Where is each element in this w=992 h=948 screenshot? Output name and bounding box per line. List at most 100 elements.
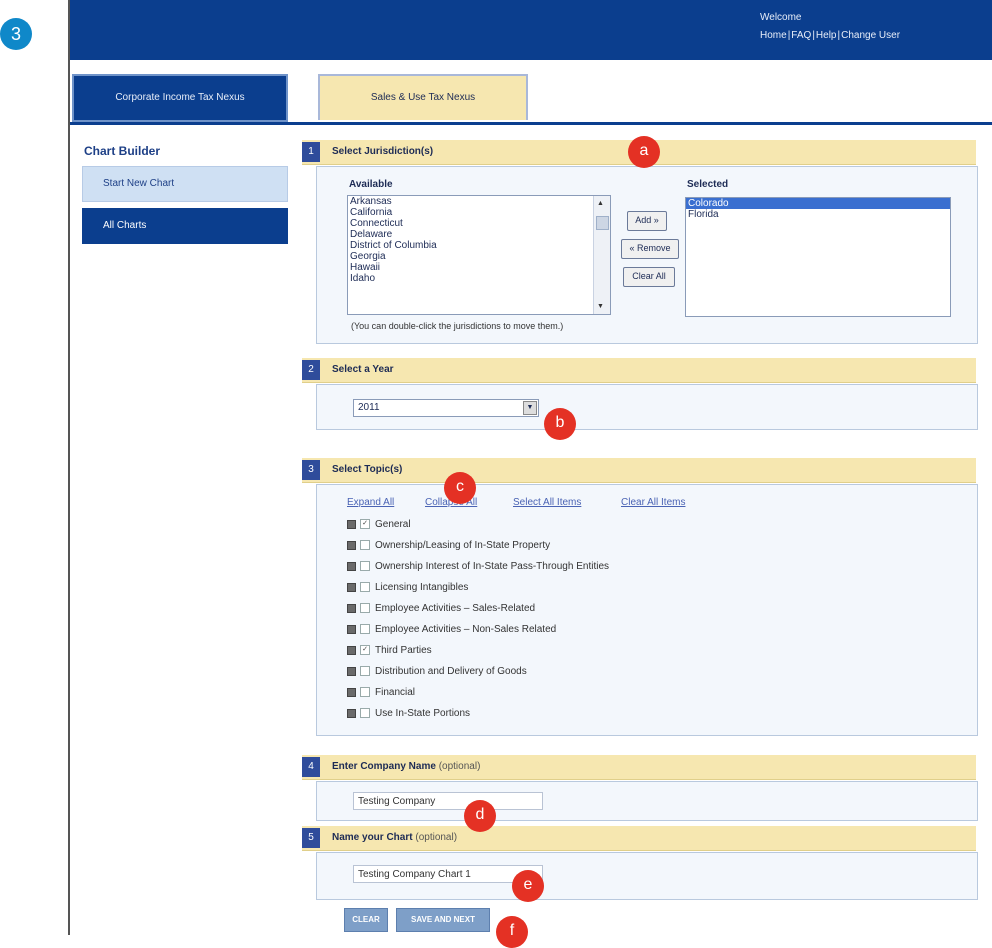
expand-toggle-icon[interactable] xyxy=(347,687,356,697)
double-click-note: (You can double-click the jurisdictions … xyxy=(351,321,564,331)
section-3-header: 3 Select Topic(s) xyxy=(302,458,976,483)
checkbox[interactable] xyxy=(360,603,370,614)
available-label: Available xyxy=(349,179,393,190)
chart-name-panel: Testing Company Chart 1 xyxy=(316,852,978,900)
checkbox[interactable] xyxy=(360,561,370,572)
company-name-input[interactable]: Testing Company xyxy=(353,792,543,810)
section-title: Select a Year xyxy=(332,364,394,375)
add-jurisdiction-button[interactable]: Add » xyxy=(627,211,667,231)
top-banner: Welcome Home|FAQ|Help|Change User xyxy=(70,0,992,60)
sidebar: Chart Builder Start New Chart All Charts xyxy=(82,144,288,244)
sidebar-item-start-new-chart[interactable]: Start New Chart xyxy=(82,166,288,202)
scroll-down-icon[interactable]: ▼ xyxy=(597,301,604,312)
checkbox-checked[interactable]: ✓ xyxy=(360,519,370,530)
annotation-marker-d: d xyxy=(464,800,496,832)
tab-sales-use-tax-nexus[interactable]: Sales & Use Tax Nexus xyxy=(318,74,528,120)
remove-jurisdiction-button[interactable]: « Remove xyxy=(621,239,679,259)
scroll-thumb[interactable] xyxy=(596,216,609,230)
step-number-badge: 3 xyxy=(0,18,32,50)
section-title: Select Topic(s) xyxy=(332,464,403,475)
expand-toggle-icon[interactable] xyxy=(347,582,356,592)
topics-panel: Expand All Collapse All Select All Items… xyxy=(316,484,978,736)
list-item[interactable]: Florida xyxy=(686,209,950,220)
list-item[interactable]: Colorado xyxy=(686,198,950,209)
topic-item[interactable]: Employee Activities – Sales-Related xyxy=(347,603,535,619)
tab-corporate-income-tax-nexus[interactable]: Corporate Income Tax Nexus xyxy=(72,74,288,122)
section-title: Name your Chart (optional) xyxy=(332,832,458,843)
expand-toggle-icon[interactable] xyxy=(347,624,356,634)
checkbox[interactable] xyxy=(360,687,370,698)
expand-toggle-icon[interactable] xyxy=(347,540,356,550)
header-links: Home|FAQ|Help|Change User xyxy=(760,30,901,41)
list-item[interactable]: Idaho xyxy=(348,273,610,284)
topic-item[interactable]: Financial xyxy=(347,687,415,703)
faq-link[interactable]: FAQ xyxy=(791,30,811,41)
annotation-marker-f: f xyxy=(496,916,528,948)
checkbox[interactable] xyxy=(360,666,370,677)
annotation-marker-c: c xyxy=(444,472,476,504)
app-window: Welcome Home|FAQ|Help|Change User Corpor… xyxy=(68,0,992,935)
expand-toggle-icon[interactable] xyxy=(347,603,356,613)
sidebar-title: Chart Builder xyxy=(84,144,161,158)
expand-toggle-icon[interactable] xyxy=(347,519,356,529)
expand-all-link[interactable]: Expand All xyxy=(347,497,394,508)
change-user-link[interactable]: Change User xyxy=(841,30,900,41)
welcome-text: Welcome xyxy=(760,12,802,23)
section-number: 2 xyxy=(302,360,320,380)
clear-all-button[interactable]: Clear All xyxy=(623,267,675,287)
section-title: Select Jurisdiction(s) xyxy=(332,146,434,157)
section-number: 4 xyxy=(302,757,320,777)
topic-item[interactable]: Licensing Intangibles xyxy=(347,582,468,598)
list-item[interactable]: District of Columbia xyxy=(348,240,610,251)
available-jurisdictions-list[interactable]: Arkansas California Connecticut Delaware… xyxy=(347,195,611,315)
list-item[interactable]: Delaware xyxy=(348,229,610,240)
topic-item[interactable]: Employee Activities – Non-Sales Related xyxy=(347,624,556,640)
topic-item[interactable]: ✓ Third Parties xyxy=(347,645,432,661)
year-value: 2011 xyxy=(358,402,380,413)
topic-item[interactable]: Ownership/Leasing of In-State Property xyxy=(347,540,550,556)
list-scrollbar[interactable]: ▲ ▼ xyxy=(593,196,610,314)
checkbox-checked[interactable]: ✓ xyxy=(360,645,370,656)
year-select[interactable]: 2011 ▼ xyxy=(353,399,539,417)
section-number: 1 xyxy=(302,142,320,162)
annotation-marker-b: b xyxy=(544,408,576,440)
home-link[interactable]: Home xyxy=(760,30,787,41)
section-title: Enter Company Name (optional) xyxy=(332,761,481,772)
section-5-header: 5 Name your Chart (optional) xyxy=(302,826,976,851)
select-all-items-link[interactable]: Select All Items xyxy=(513,497,581,508)
checkbox[interactable] xyxy=(360,624,370,635)
topic-item[interactable]: Use In-State Portions xyxy=(347,708,470,724)
checkbox[interactable] xyxy=(360,540,370,551)
section-number: 5 xyxy=(302,828,320,848)
help-link[interactable]: Help xyxy=(816,30,837,41)
save-and-next-button[interactable]: SAVE AND NEXT xyxy=(396,908,490,932)
section-2-header: 2 Select a Year xyxy=(302,358,976,383)
list-item[interactable]: Arkansas xyxy=(348,196,610,207)
expand-toggle-icon[interactable] xyxy=(347,708,356,718)
expand-toggle-icon[interactable] xyxy=(347,645,356,655)
annotation-marker-e: e xyxy=(512,870,544,902)
list-item[interactable]: Hawaii xyxy=(348,262,610,273)
list-item[interactable]: Connecticut xyxy=(348,218,610,229)
list-item[interactable]: Georgia xyxy=(348,251,610,262)
sidebar-item-all-charts[interactable]: All Charts xyxy=(82,208,288,244)
topic-item[interactable]: Ownership Interest of In-State Pass-Thro… xyxy=(347,561,609,577)
section-4-header: 4 Enter Company Name (optional) xyxy=(302,755,976,780)
selected-jurisdictions-list[interactable]: Colorado Florida xyxy=(685,197,951,317)
annotation-marker-a: a xyxy=(628,136,660,168)
section-number: 3 xyxy=(302,460,320,480)
year-panel: 2011 ▼ xyxy=(316,384,978,430)
expand-toggle-icon[interactable] xyxy=(347,666,356,676)
expand-toggle-icon[interactable] xyxy=(347,561,356,571)
tab-bar: Corporate Income Tax Nexus Sales & Use T… xyxy=(70,60,992,125)
topic-item[interactable]: Distribution and Delivery of Goods xyxy=(347,666,527,682)
checkbox[interactable] xyxy=(360,582,370,593)
list-item[interactable]: California xyxy=(348,207,610,218)
checkbox[interactable] xyxy=(360,708,370,719)
chevron-down-icon[interactable]: ▼ xyxy=(523,401,537,415)
clear-button[interactable]: CLEAR xyxy=(344,908,388,932)
scroll-up-icon[interactable]: ▲ xyxy=(597,198,604,209)
company-name-panel: Testing Company xyxy=(316,781,978,821)
topic-item[interactable]: ✓ General xyxy=(347,519,411,535)
clear-all-items-link[interactable]: Clear All Items xyxy=(621,497,685,508)
